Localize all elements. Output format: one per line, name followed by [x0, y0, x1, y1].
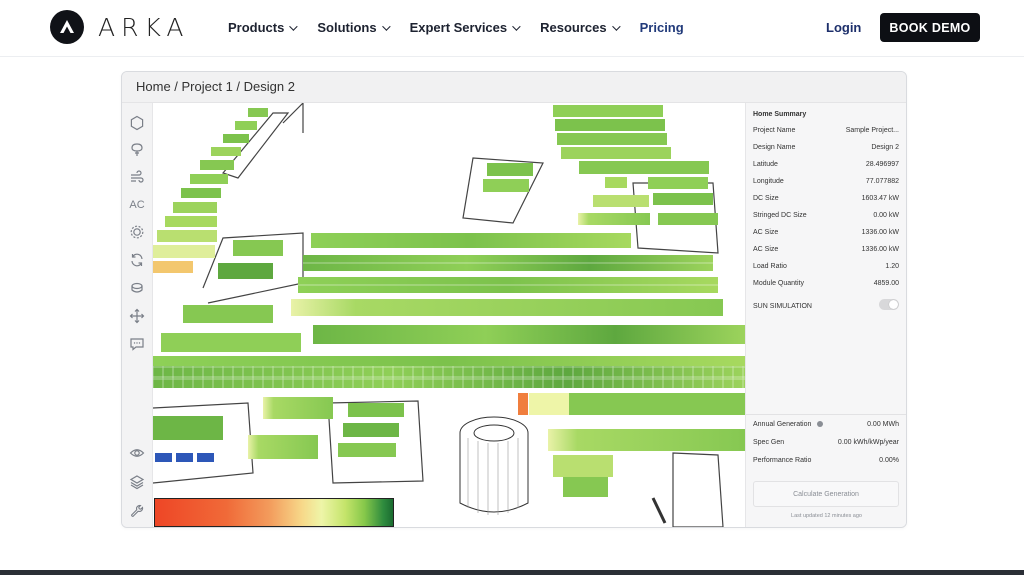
row-label: Project Name [753, 127, 796, 134]
login-link[interactable]: Login [826, 20, 861, 35]
menu-label: Pricing [639, 20, 684, 35]
chevron-down-icon [381, 21, 391, 31]
row-value: 0.00 MWh [867, 421, 899, 428]
row-value: 0.00 kW [873, 212, 899, 219]
summary-row: Stringed DC Size 0.00 kW [753, 212, 899, 219]
row-label: AC Size [753, 229, 779, 236]
sun-simulation-toggle[interactable] [879, 299, 899, 310]
row-value: 0.00 kWh/kWp/year [837, 439, 899, 446]
row-label: Performance Ratio [753, 457, 812, 464]
row-label: Module Quantity [753, 280, 804, 287]
calculate-generation-button[interactable]: Calculate Generation [753, 481, 899, 507]
panel-divider [746, 414, 906, 415]
panel-title: Home Summary [753, 111, 807, 118]
tree-icon[interactable] [128, 141, 146, 159]
refresh-icon[interactable] [128, 251, 146, 269]
top-right-strings [483, 105, 718, 225]
row-label: Load Ratio [753, 263, 787, 270]
generation-row: Performance Ratio 0.00% [753, 457, 899, 464]
brand-name: ARKA [98, 12, 190, 42]
row-label: Design Name [753, 144, 796, 151]
layers-icon[interactable] [128, 473, 146, 491]
summary-row: Longitude 77.077882 [753, 178, 899, 185]
row-value: 1336.00 kW [861, 246, 899, 253]
summary-row: DC Size 1603.47 kW [753, 195, 899, 202]
ac-text-icon[interactable]: AC [128, 196, 146, 214]
toggle-knob [889, 300, 898, 309]
row-value: 28.496997 [865, 161, 899, 168]
move-icon[interactable] [128, 307, 146, 325]
info-dot-icon[interactable] [817, 421, 824, 428]
menu-expert-services[interactable]: Expert Services [409, 20, 521, 35]
row-label: Spec Gen [753, 439, 785, 446]
breadcrumb-bar: Home / Project 1 / Design 2 [122, 72, 906, 103]
row-label: Longitude [753, 178, 784, 185]
row-value: 1603.47 kW [861, 195, 899, 202]
irradiance-legend-bar [154, 498, 394, 527]
menu-resources[interactable]: Resources [540, 20, 621, 35]
chevron-down-icon [512, 21, 521, 31]
nav-divider [0, 56, 1024, 57]
row-label: DC Size [753, 195, 779, 202]
row-label: AC Size [753, 246, 779, 253]
row-value: Sample Project... [845, 127, 899, 134]
row-value: Design 2 [871, 144, 899, 151]
summary-row: Design Name Design 2 [753, 144, 899, 151]
row-value: 4859.00 [873, 280, 899, 287]
row-value: 1336.00 kW [861, 229, 899, 236]
summary-row: AC Size 1336.00 kW [753, 229, 899, 236]
menu-label: Expert Services [409, 20, 508, 35]
solar-layout-drawing [153, 103, 745, 527]
wrench-icon[interactable] [128, 502, 146, 520]
generation-row: Spec Gen 0.00 kWh/kWp/year [753, 439, 899, 446]
comment-icon[interactable] [128, 335, 146, 353]
summary-row: Load Ratio 1.20 [753, 263, 899, 270]
menu-products[interactable]: Products [228, 20, 299, 35]
row-label: Stringed DC Size [753, 212, 807, 219]
3d-design-canvas[interactable] [153, 103, 745, 527]
page-bottom-bar [0, 570, 1024, 575]
wind-icon[interactable] [128, 168, 146, 186]
annual-generation-label: Annual Generation [753, 421, 812, 428]
sun-gear-icon[interactable] [128, 223, 146, 241]
summary-row: Module Quantity 4859.00 [753, 280, 899, 287]
summary-row: Project Name Sample Project... [753, 127, 899, 134]
menu-solutions[interactable]: Solutions [317, 20, 391, 35]
hexagon-icon[interactable] [128, 114, 146, 132]
chevron-down-icon [289, 21, 299, 31]
menu-pricing[interactable]: Pricing [640, 20, 684, 35]
chevron-down-icon [611, 21, 621, 31]
row-label: Latitude [753, 161, 778, 168]
arka-logo[interactable]: ARKA [50, 10, 190, 44]
menu-label: Products [228, 20, 285, 35]
last-updated-text: Last updated 12 minutes ago [791, 513, 862, 519]
row-value: 77.077882 [865, 178, 899, 185]
sun-simulation-label: SUN SIMULATION [753, 303, 812, 310]
menu-label: Solutions [317, 20, 377, 35]
summary-row: AC Size 1336.00 kW [753, 246, 899, 253]
terrain-icon[interactable] [128, 279, 146, 297]
eye-icon[interactable] [128, 444, 146, 462]
menu-label: Resources [540, 20, 607, 35]
arka-logo-icon [50, 10, 84, 44]
row-value: 1.20 [885, 263, 899, 270]
design-app-window: Home / Project 1 / Design 2 AC Home Summ… [121, 71, 907, 528]
row-value: 0.00% [879, 457, 899, 464]
breadcrumb[interactable]: Home / Project 1 / Design 2 [136, 79, 295, 94]
book-demo-button[interactable]: BOOK DEMO [880, 13, 980, 42]
water-tank [459, 416, 529, 515]
tool-sidebar: AC [122, 103, 153, 527]
blue-panels [155, 453, 214, 462]
main-string-rows [153, 233, 745, 497]
summary-row: Latitude 28.496997 [753, 161, 899, 168]
main-menu: Products Solutions Expert Services Resou… [228, 20, 706, 35]
home-summary-panel: Home Summary Project Name Sample Project.… [745, 103, 906, 527]
generation-row: Annual Generation 0.00 MWh [753, 421, 899, 428]
top-nav: ARKA Products Solutions Expert Services … [0, 0, 1024, 56]
row-label: Annual Generation [753, 421, 824, 428]
